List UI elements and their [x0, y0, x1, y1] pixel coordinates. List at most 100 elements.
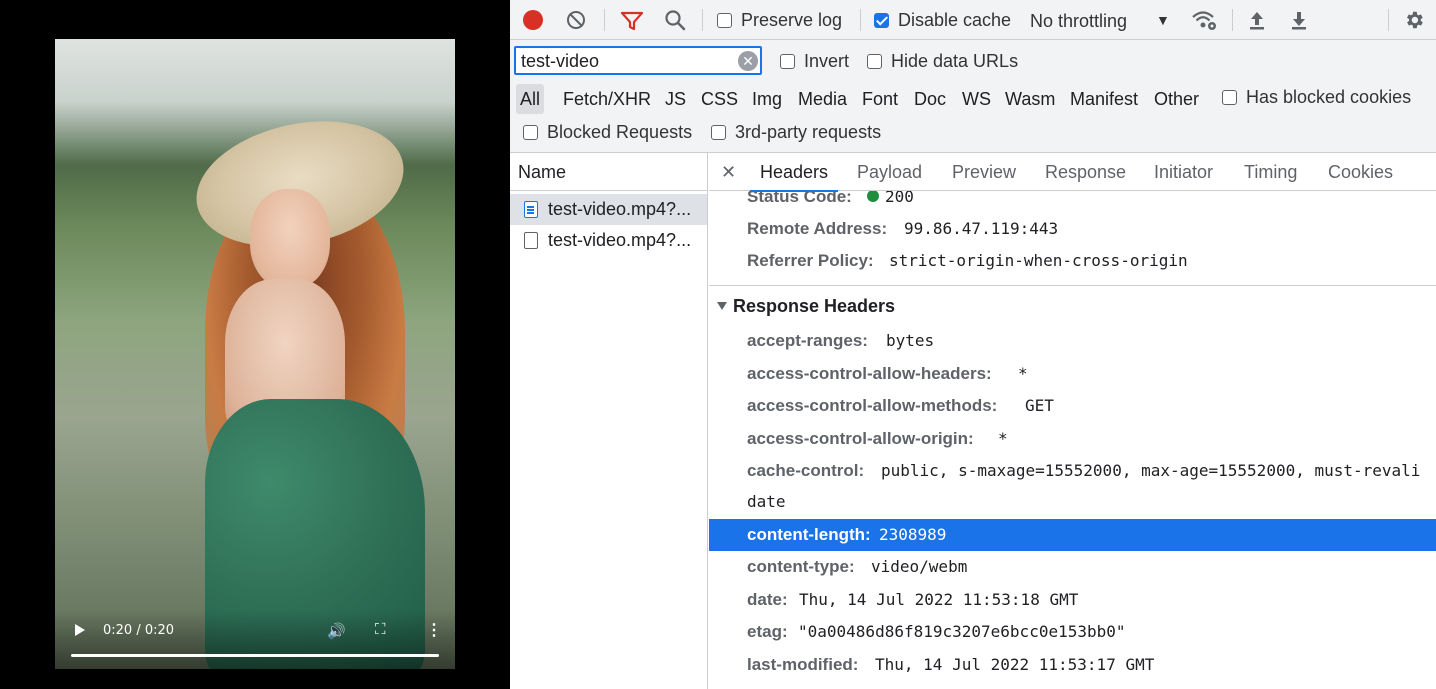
- header-value: GET: [1025, 396, 1054, 415]
- type-filter-manifest[interactable]: Manifest: [1066, 84, 1142, 114]
- import-har-icon[interactable]: [1247, 9, 1267, 31]
- request-list: Name test-video.mp4?... test-video.mp4?.…: [510, 153, 708, 689]
- preserve-log-label: Preserve log: [741, 10, 843, 30]
- chevron-down-icon[interactable]: ▼: [1156, 12, 1170, 28]
- toolbar-divider: [702, 9, 703, 31]
- header-value: "0a00486d86f819c3207e6bcc0e153bb0": [798, 622, 1126, 641]
- third-party-requests-label: 3rd-party requests: [735, 122, 882, 142]
- request-row[interactable]: test-video.mp4?...: [510, 194, 707, 225]
- close-icon[interactable]: ✕: [721, 153, 736, 191]
- video-player[interactable]: [55, 39, 455, 669]
- header-name: content-length:: [747, 525, 871, 544]
- general-header-row: Remote Address: 99.86.47.119:443: [709, 213, 1436, 245]
- type-filter-all[interactable]: All: [516, 84, 545, 114]
- video-frame-face: [250, 189, 330, 289]
- type-filter-other[interactable]: Other: [1150, 84, 1203, 114]
- network-conditions-icon[interactable]: [1191, 9, 1217, 31]
- invert-check[interactable]: [780, 54, 795, 69]
- tab-payload[interactable]: Payload: [857, 153, 922, 191]
- preserve-log-checkbox[interactable]: Preserve log: [717, 10, 842, 31]
- search-icon[interactable]: [664, 9, 686, 31]
- response-header-row: content-type: video/webm: [709, 551, 1436, 583]
- type-filter-js[interactable]: JS: [661, 84, 690, 114]
- invert-checkbox[interactable]: Invert: [780, 51, 849, 72]
- third-party-requests-check[interactable]: [711, 125, 726, 140]
- header-name: date:: [747, 590, 788, 609]
- devtools-network-panel: Preserve log Disable cache No throttling…: [510, 0, 1436, 689]
- status-ok-icon: [867, 190, 879, 202]
- toolbar-divider: [1388, 9, 1389, 31]
- tab-cookies[interactable]: Cookies: [1328, 153, 1393, 191]
- throttling-select[interactable]: No throttling: [1030, 11, 1127, 32]
- toolbar-divider: [604, 9, 605, 31]
- tab-timing[interactable]: Timing: [1244, 153, 1297, 191]
- type-filter-doc[interactable]: Doc: [910, 84, 950, 114]
- hide-data-urls-checkbox[interactable]: Hide data URLs: [867, 51, 1018, 72]
- more-options-icon[interactable]: ⋮: [426, 620, 442, 640]
- header-value: date: [747, 492, 786, 511]
- tab-headers[interactable]: Headers: [749, 153, 839, 192]
- has-blocked-cookies-checkbox[interactable]: Has blocked cookies: [1222, 87, 1411, 108]
- disable-cache-check[interactable]: [874, 13, 889, 28]
- type-filter-wasm[interactable]: Wasm: [1001, 84, 1059, 114]
- video-progress-bar[interactable]: [71, 654, 439, 657]
- response-header-row: etag: "0a00486d86f819c3207e6bcc0e153bb0": [709, 616, 1436, 648]
- toolbar-divider: [1232, 9, 1233, 31]
- header-name: etag:: [747, 622, 788, 641]
- tab-response[interactable]: Response: [1045, 153, 1126, 191]
- video-pane: 0:20 / 0:20 🔊 ⛶ ⋮: [0, 0, 510, 689]
- play-icon[interactable]: [75, 624, 85, 636]
- request-detail-panel: ✕ Headers Payload Preview Response Initi…: [709, 153, 1436, 689]
- header-value: Thu, 14 Jul 2022 11:53:17 GMT: [875, 655, 1155, 674]
- header-value: Thu, 14 Jul 2022 11:53:18 GMT: [799, 590, 1079, 609]
- hide-data-urls-label: Hide data URLs: [891, 51, 1019, 71]
- clear-input-icon[interactable]: ✕: [738, 51, 758, 71]
- type-filter-img[interactable]: Img: [748, 84, 786, 114]
- type-filter-css[interactable]: CSS: [697, 84, 742, 114]
- section-divider: [709, 285, 1436, 286]
- type-filter-ws[interactable]: WS: [958, 84, 995, 114]
- response-header-row: last-modified: Thu, 14 Jul 2022 11:53:17…: [709, 649, 1436, 681]
- header-name: access-control-allow-origin:: [747, 429, 974, 448]
- filter-input[interactable]: [521, 51, 731, 72]
- network-toolbar: Preserve log Disable cache No throttling…: [510, 0, 1436, 40]
- volume-icon[interactable]: 🔊: [327, 622, 346, 640]
- header-value: strict-origin-when-cross-origin: [889, 251, 1188, 270]
- name-column-header[interactable]: Name: [510, 153, 707, 191]
- has-blocked-cookies-check[interactable]: [1222, 90, 1237, 105]
- filter-input-box[interactable]: ✕: [514, 46, 762, 75]
- disable-cache-checkbox[interactable]: Disable cache: [874, 10, 1011, 31]
- request-name: test-video.mp4?...: [548, 230, 692, 250]
- request-row[interactable]: test-video.mp4?...: [510, 225, 707, 256]
- video-controls: 0:20 / 0:20 🔊 ⛶ ⋮: [55, 610, 455, 670]
- response-headers-title: Response Headers: [733, 296, 896, 316]
- blocked-requests-checkbox[interactable]: Blocked Requests: [523, 122, 692, 143]
- header-value: public, s-maxage=15552000, max-age=15552…: [881, 461, 1421, 480]
- record-icon[interactable]: [523, 10, 543, 30]
- fullscreen-icon[interactable]: ⛶: [375, 621, 386, 638]
- response-headers-toggle[interactable]: Response Headers: [717, 291, 895, 321]
- invert-label: Invert: [804, 51, 850, 71]
- type-filter-media[interactable]: Media: [794, 84, 851, 114]
- video-time: 0:20 / 0:20: [103, 623, 175, 638]
- response-header-row: access-control-allow-methods: GET: [709, 390, 1436, 422]
- hide-data-urls-check[interactable]: [867, 54, 882, 69]
- toolbar-divider: [860, 9, 861, 31]
- tab-initiator[interactable]: Initiator: [1154, 153, 1213, 191]
- type-filter-fetch-xhr[interactable]: Fetch/XHR: [559, 84, 655, 114]
- type-filter-font[interactable]: Font: [858, 84, 902, 114]
- filter-icon[interactable]: [620, 11, 644, 31]
- gear-icon[interactable]: [1403, 9, 1425, 31]
- header-name: accept-ranges:: [747, 331, 868, 350]
- header-name: access-control-allow-methods:: [747, 396, 998, 415]
- third-party-requests-checkbox[interactable]: 3rd-party requests: [711, 122, 881, 143]
- has-blocked-cookies-label: Has blocked cookies: [1246, 87, 1412, 107]
- blocked-requests-check[interactable]: [523, 125, 538, 140]
- preserve-log-check[interactable]: [717, 13, 732, 28]
- clear-icon[interactable]: [567, 11, 585, 29]
- header-value: 99.86.47.119:443: [904, 219, 1059, 238]
- tab-preview[interactable]: Preview: [952, 153, 1016, 191]
- header-name: content-type:: [747, 557, 855, 576]
- response-header-row: cache-control: public, s-maxage=15552000…: [709, 455, 1436, 487]
- export-har-icon[interactable]: [1289, 9, 1309, 31]
